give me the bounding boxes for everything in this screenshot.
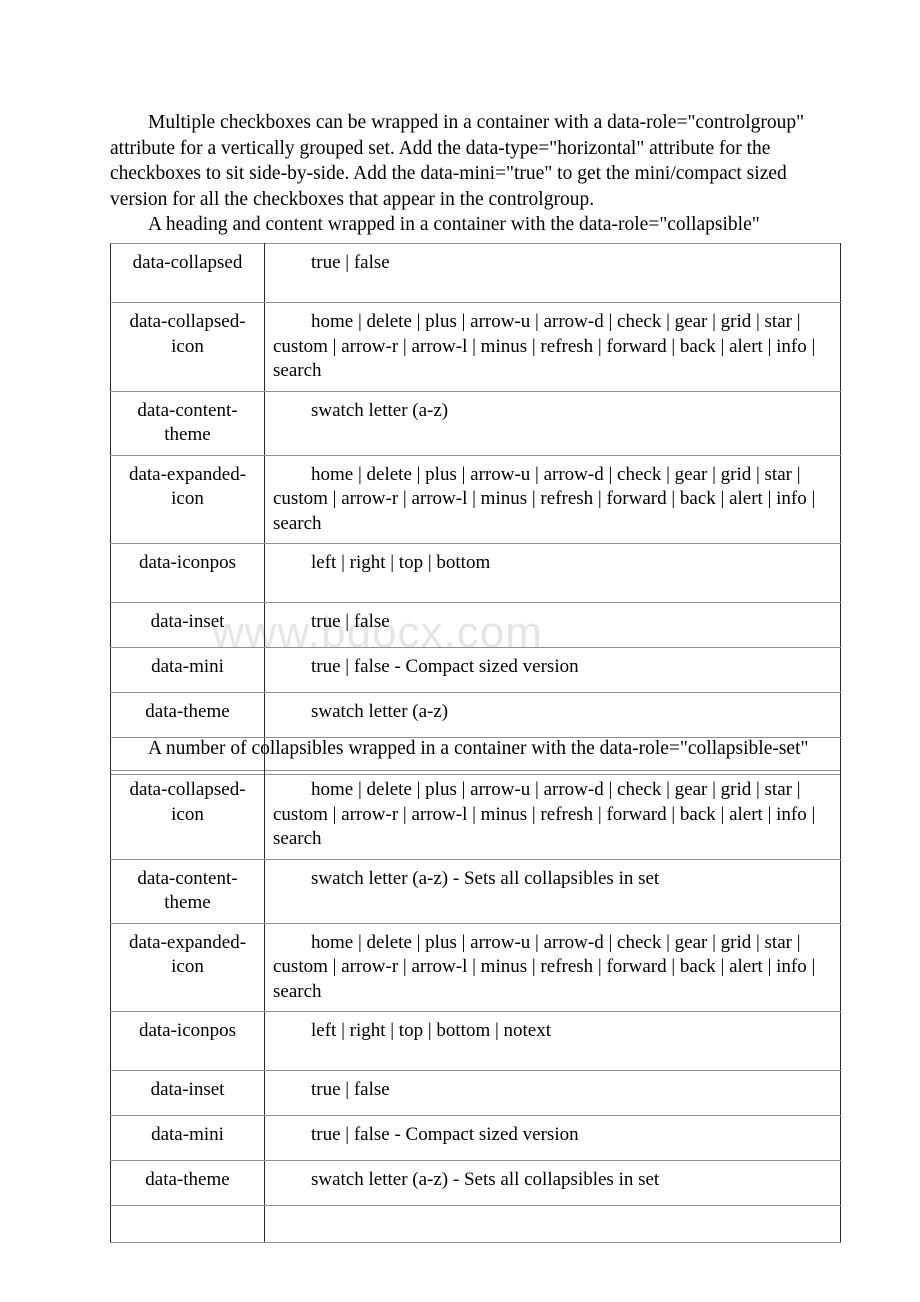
table-row: data-mini true | false - Compact sized v…: [110, 1115, 841, 1161]
attribute-value-cell: true | false: [264, 1070, 841, 1116]
attribute-name-cell: data-collapsed: [110, 243, 265, 303]
attribute-value-cell: home | delete | plus | arrow-u | arrow-d…: [264, 454, 841, 544]
attribute-name-cell: data-theme: [110, 692, 265, 738]
attribute-value-cell: home | delete | plus | arrow-u | arrow-d…: [264, 922, 841, 1012]
attribute-name-cell: data-content-theme: [110, 858, 265, 924]
table-row: data-inset true | false: [110, 602, 841, 648]
table-row: data-theme swatch letter (a-z): [110, 692, 841, 738]
attribute-name-cell: data-expanded-icon: [110, 454, 265, 544]
table-collapsible-set-attributes: data-collapsed-icon home | delete | plus…: [110, 770, 841, 1243]
attribute-value-cell: true | false - Compact sized version: [264, 647, 841, 693]
attribute-name-cell: data-inset: [110, 602, 265, 648]
table-row: data-iconpos left | right | top | bottom…: [110, 1011, 841, 1071]
attribute-name-cell: data-iconpos: [110, 543, 265, 603]
table-row: data-collapsed-icon home | delete | plus…: [110, 302, 841, 392]
attribute-value-cell: left | right | top | bottom | notext: [264, 1011, 841, 1071]
table-row: data-collapsed-icon home | delete | plus…: [110, 770, 841, 860]
table-row: data-collapsed true | false: [110, 243, 841, 303]
attribute-name-cell: data-theme: [110, 1160, 265, 1206]
attribute-name-cell: [110, 1205, 265, 1243]
table-row: data-expanded-icon home | delete | plus …: [110, 922, 841, 1012]
attribute-name-cell: data-collapsed-icon: [110, 770, 265, 860]
attribute-value-cell: swatch letter (a-z) - Sets all collapsib…: [264, 858, 841, 924]
attribute-value-cell: true | false: [264, 243, 841, 303]
attribute-name-cell: data-inset: [110, 1070, 265, 1116]
attribute-value-cell: true | false - Compact sized version: [264, 1115, 841, 1161]
table-row: data-content-theme swatch letter (a-z): [110, 390, 841, 456]
attribute-value-cell: home | delete | plus | arrow-u | arrow-d…: [264, 302, 841, 392]
attribute-value-cell: swatch letter (a-z): [264, 692, 841, 738]
attribute-value-cell: left | right | top | bottom: [264, 543, 841, 603]
table-row: data-iconpos left | right | top | bottom: [110, 543, 841, 603]
table-row: data-expanded-icon home | delete | plus …: [110, 454, 841, 544]
attribute-name-cell: data-mini: [110, 1115, 265, 1161]
heading-collapsible: A heading and content wrapped in a conta…: [148, 214, 760, 235]
table-row: data-mini true | false - Compact sized v…: [110, 647, 841, 693]
attribute-value-cell: swatch letter (a-z) - Sets all collapsib…: [264, 1160, 841, 1206]
attribute-value-cell: home | delete | plus | arrow-u | arrow-d…: [264, 770, 841, 860]
attribute-name-cell: data-mini: [110, 647, 265, 693]
table-row: data-content-theme swatch letter (a-z) -…: [110, 858, 841, 924]
attribute-name-cell: data-collapsed-icon: [110, 302, 265, 392]
attribute-name-cell: data-expanded-icon: [110, 922, 265, 1012]
table-collapsible-attributes: data-collapsed true | false data-collaps…: [110, 243, 841, 775]
attribute-value-cell: [264, 1205, 841, 1243]
table-row: data-inset true | false: [110, 1070, 841, 1116]
attribute-name-cell: data-content-theme: [110, 390, 265, 456]
attribute-value-cell: true | false: [264, 602, 841, 648]
table-row-empty: [110, 1205, 841, 1243]
attribute-name-cell: data-iconpos: [110, 1011, 265, 1071]
attribute-value-cell: swatch letter (a-z): [264, 390, 841, 456]
intro-paragraph: Multiple checkboxes can be wrapped in a …: [110, 112, 805, 210]
document-page: www.bdocx.com Multiple checkboxes can be…: [0, 0, 920, 1302]
heading-collapsible-set: A number of collapsibles wrapped in a co…: [148, 738, 809, 759]
table-row: data-theme swatch letter (a-z) - Sets al…: [110, 1160, 841, 1206]
